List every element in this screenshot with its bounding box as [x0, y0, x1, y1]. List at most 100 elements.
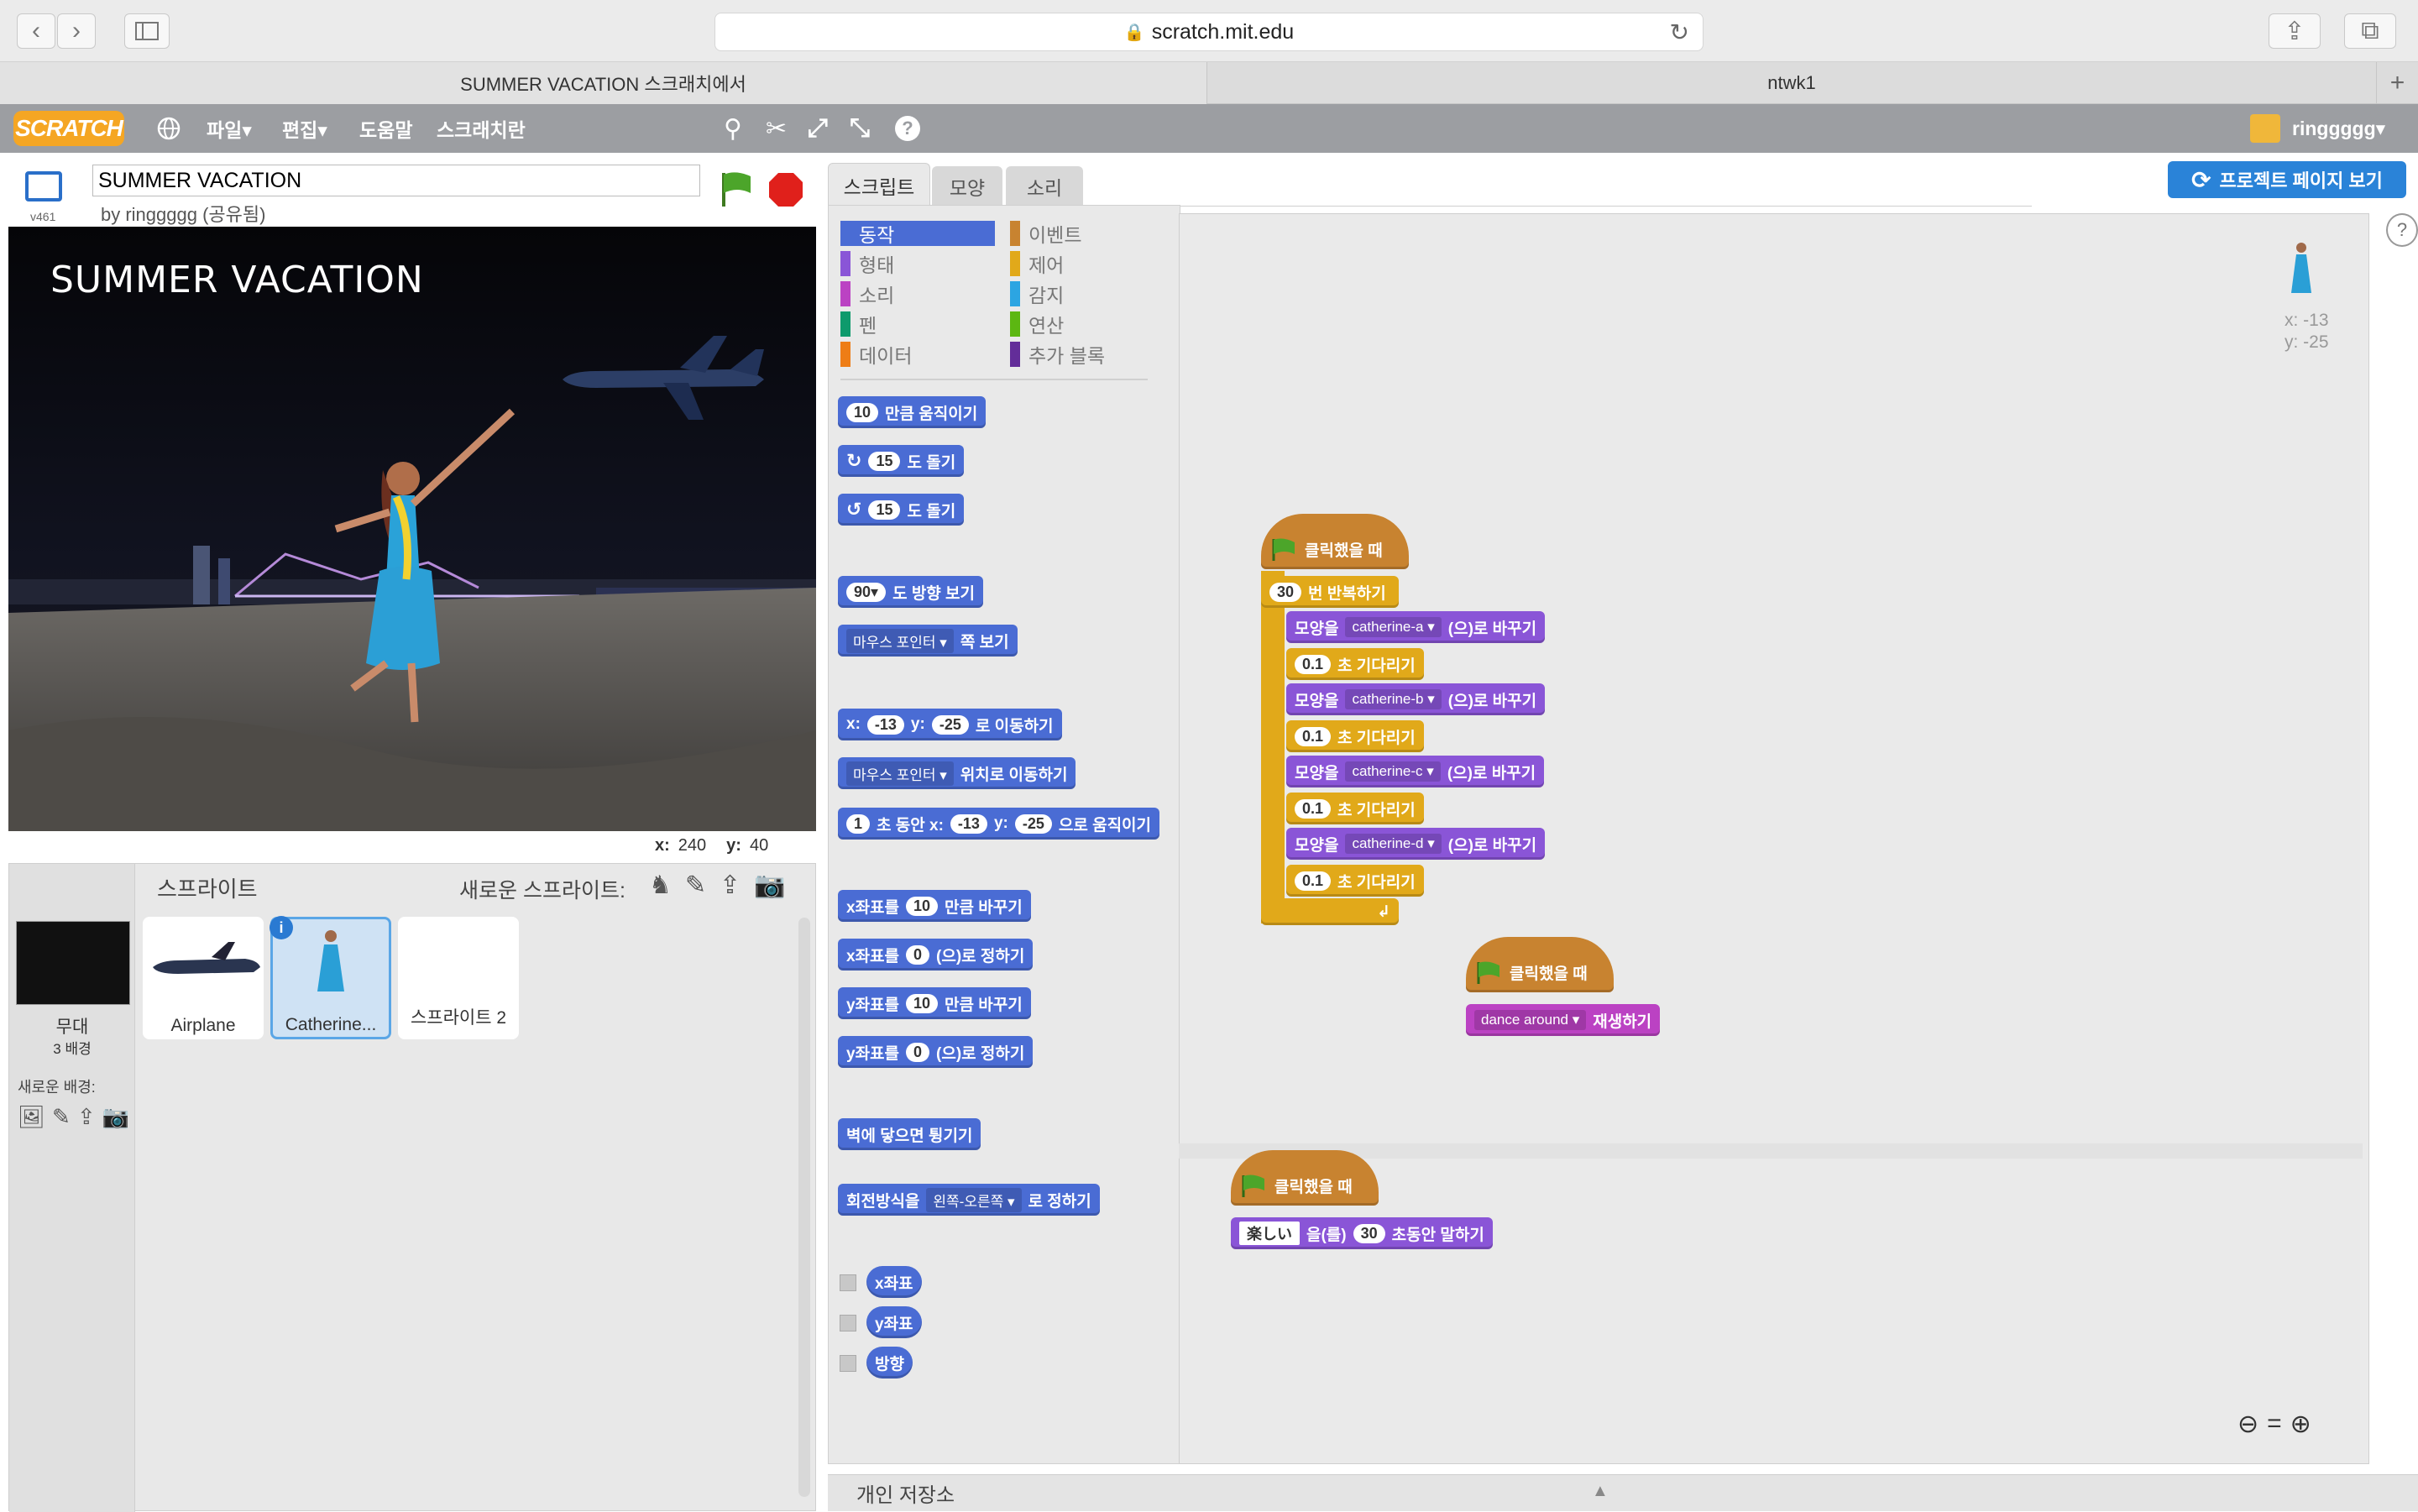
block-rotation-style[interactable]: 회전방식을 왼쪽-오른쪽 ▾ 로 정하기 [838, 1184, 1100, 1216]
checkbox-y-position[interactable] [840, 1315, 856, 1332]
sprite-thumb-sprite2[interactable]: 스프라이트 2 [398, 917, 519, 1039]
category-events[interactable]: 이벤트 [1010, 221, 1165, 246]
block-dropdown[interactable]: catherine-c ▾ [1345, 761, 1441, 782]
block-number-input[interactable]: 楽しい [1239, 1222, 1300, 1245]
expand-arrow-icon[interactable]: ▲ [1592, 1482, 1609, 1501]
block-number-input[interactable]: 30 [1269, 582, 1302, 602]
tab-costumes[interactable]: 모양 [932, 166, 1002, 207]
tab-summer-vacation[interactable]: SUMMER VACATION 스크래치에서 [0, 62, 1207, 104]
category-data[interactable]: 데이터 [840, 342, 995, 367]
block-dropdown[interactable]: 왼쪽-오른쪽 ▾ [926, 1187, 1022, 1212]
wait-block-2[interactable]: 0.1 초 기다리기 [1286, 720, 1424, 752]
block-goto-xy[interactable]: x: -13 y: -25 로 이동하기 [838, 709, 1062, 740]
category-more[interactable]: 추가 블록 [1010, 342, 1165, 367]
back-icon[interactable]: ‹ [17, 13, 55, 49]
sidebar-icon[interactable] [124, 13, 170, 49]
block-point-towards[interactable]: 마우스 포인터 ▾ 쪽 보기 [838, 625, 1018, 657]
wait-block-3[interactable]: 0.1 초 기다리기 [1286, 793, 1424, 824]
stop-icon[interactable] [767, 171, 804, 208]
block-point-direction[interactable]: 90▾ 도 방향 보기 [838, 576, 984, 608]
block-number-input[interactable]: 0 [906, 1042, 930, 1062]
block-number-input[interactable]: 0.1 [1295, 726, 1332, 746]
backdrop-paint-icon[interactable]: ✎ [52, 1104, 71, 1130]
block-set-x[interactable]: x좌표를 0 (으)로 정하기 [838, 939, 1034, 971]
camera-icon[interactable]: 📷 [754, 871, 785, 900]
block-turn-ccw[interactable]: ↺ 15 도 돌기 [838, 494, 965, 526]
sprite-thumb-airplane[interactable]: Airplane [143, 917, 264, 1039]
block-dropdown[interactable]: 마우스 포인터 ▾ [846, 761, 954, 786]
green-flag-icon[interactable] [717, 170, 754, 208]
block-number-input[interactable]: -13 [950, 814, 987, 834]
checkbox-x-position[interactable] [840, 1274, 856, 1291]
info-icon[interactable]: i [270, 916, 293, 939]
block-number-input[interactable]: 10 [846, 402, 879, 422]
repeat-block[interactable]: 30 번 반복하기 [1261, 576, 1399, 608]
sprite-thumb-catherine[interactable]: i Catherine... [270, 916, 391, 1039]
block-number-input[interactable]: -25 [1014, 814, 1052, 834]
stage-thumbnail[interactable] [16, 921, 130, 1005]
when-flag-hat-2[interactable]: 클릭했을 때 [1466, 937, 1614, 992]
fullscreen-icon[interactable] [25, 171, 62, 201]
switch-costume-c[interactable]: 모양을 catherine-c ▾ (으)로 바꾸기 [1286, 756, 1545, 787]
category-sensing[interactable]: 감지 [1010, 281, 1165, 306]
tabs-overview-icon[interactable]: ⧉ [2344, 13, 2396, 49]
when-flag-hat-1[interactable]: 클릭했을 때 [1261, 514, 1409, 569]
zoom-out-icon[interactable]: ⊖ [2237, 1410, 2258, 1439]
menu-about[interactable]: 스크래치란 [437, 104, 526, 153]
stage[interactable]: SUMMER VACATION [8, 227, 816, 831]
upload-icon[interactable]: ⇪ [720, 871, 741, 900]
reload-icon[interactable]: ↻ [1670, 18, 1689, 46]
zoom-reset-icon[interactable]: = [2267, 1410, 2282, 1439]
block-number-input[interactable]: 0 [906, 944, 930, 965]
tab-scripts[interactable]: 스크립트 [828, 163, 930, 207]
reporter-y-position[interactable]: y좌표 [866, 1306, 922, 1338]
wait-block-4[interactable]: 0.1 초 기다리기 [1286, 865, 1424, 897]
grow-icon[interactable]: ⤢ [808, 104, 828, 153]
switch-costume-a[interactable]: 모양을 catherine-a ▾ (으)로 바꾸기 [1286, 611, 1546, 643]
block-bounce[interactable]: 벽에 닿으면 튕기기 [838, 1118, 981, 1150]
reporter-x-position[interactable]: x좌표 [866, 1266, 922, 1298]
block-number-input[interactable]: 30 [1353, 1223, 1385, 1243]
sprite-library-icon[interactable]: ♞ [649, 871, 672, 900]
help-icon[interactable]: ? [895, 104, 920, 153]
block-dropdown[interactable]: catherine-b ▾ [1345, 689, 1442, 709]
say-for-secs-block[interactable]: 楽しい 을(를) 30 초동안 말하기 [1231, 1217, 1493, 1249]
block-number-input[interactable]: 15 [868, 500, 901, 520]
block-number-input[interactable]: 10 [906, 896, 939, 916]
category-looks[interactable]: 형태 [840, 251, 995, 276]
block-number-input[interactable]: 0.1 [1295, 871, 1332, 891]
menu-help[interactable]: 도움말 [359, 104, 412, 153]
paint-icon[interactable]: ✎ [685, 871, 706, 900]
user-avatar[interactable] [2250, 114, 2280, 143]
block-dropdown[interactable]: catherine-d ▾ [1345, 834, 1442, 854]
reporter-direction[interactable]: 방향 [866, 1347, 913, 1379]
block-number-input[interactable]: 0.1 [1295, 798, 1332, 819]
block-number-input[interactable]: -25 [931, 714, 969, 735]
block-change-y[interactable]: y좌표를 10 만큼 바꾸기 [838, 987, 1031, 1019]
backdrop-upload-icon[interactable]: ⇪ [77, 1104, 96, 1130]
duplicate-icon[interactable]: ⚲ [724, 104, 742, 153]
play-sound-block[interactable]: dance around ▾ 재생하기 [1466, 1004, 1661, 1036]
when-flag-hat-3[interactable]: 클릭했을 때 [1231, 1150, 1379, 1206]
project-page-button[interactable]: ⟳ 프로젝트 페이지 보기 [2168, 161, 2406, 198]
menu-edit[interactable]: 편집▾ [282, 104, 327, 153]
backdrop-library-icon[interactable]: 🖼 [18, 1104, 45, 1130]
block-move[interactable]: 10 만큼 움직이기 [838, 396, 987, 428]
block-number-input[interactable]: 1 [846, 814, 871, 834]
block-turn-cw[interactable]: ↻ 15 도 돌기 [838, 445, 965, 477]
zoom-in-icon[interactable]: ⊕ [2290, 1410, 2311, 1439]
category-control[interactable]: 제어 [1010, 251, 1165, 276]
cut-icon[interactable]: ✂ [766, 104, 787, 153]
block-goto[interactable]: 마우스 포인터 ▾ 위치로 이동하기 [838, 757, 1076, 789]
block-number-input[interactable]: 10 [906, 993, 939, 1013]
block-dropdown[interactable]: dance around ▾ [1474, 1010, 1587, 1030]
block-dropdown[interactable]: 마우스 포인터 ▾ [846, 628, 954, 653]
block-glide[interactable]: 1 초 동안 x: -13 y: -25 으로 움직이기 [838, 808, 1160, 840]
category-pen[interactable]: 펜 [840, 311, 995, 337]
block-number-input[interactable]: 90▾ [846, 582, 887, 602]
switch-costume-b[interactable]: 모양을 catherine-b ▾ (으)로 바꾸기 [1286, 683, 1546, 715]
menu-file[interactable]: 파일▾ [207, 104, 252, 153]
tab-ntwk1[interactable]: ntwk1 [1207, 62, 2376, 104]
project-title-input[interactable] [92, 165, 700, 196]
help-side-icon[interactable]: ? [2386, 213, 2418, 247]
